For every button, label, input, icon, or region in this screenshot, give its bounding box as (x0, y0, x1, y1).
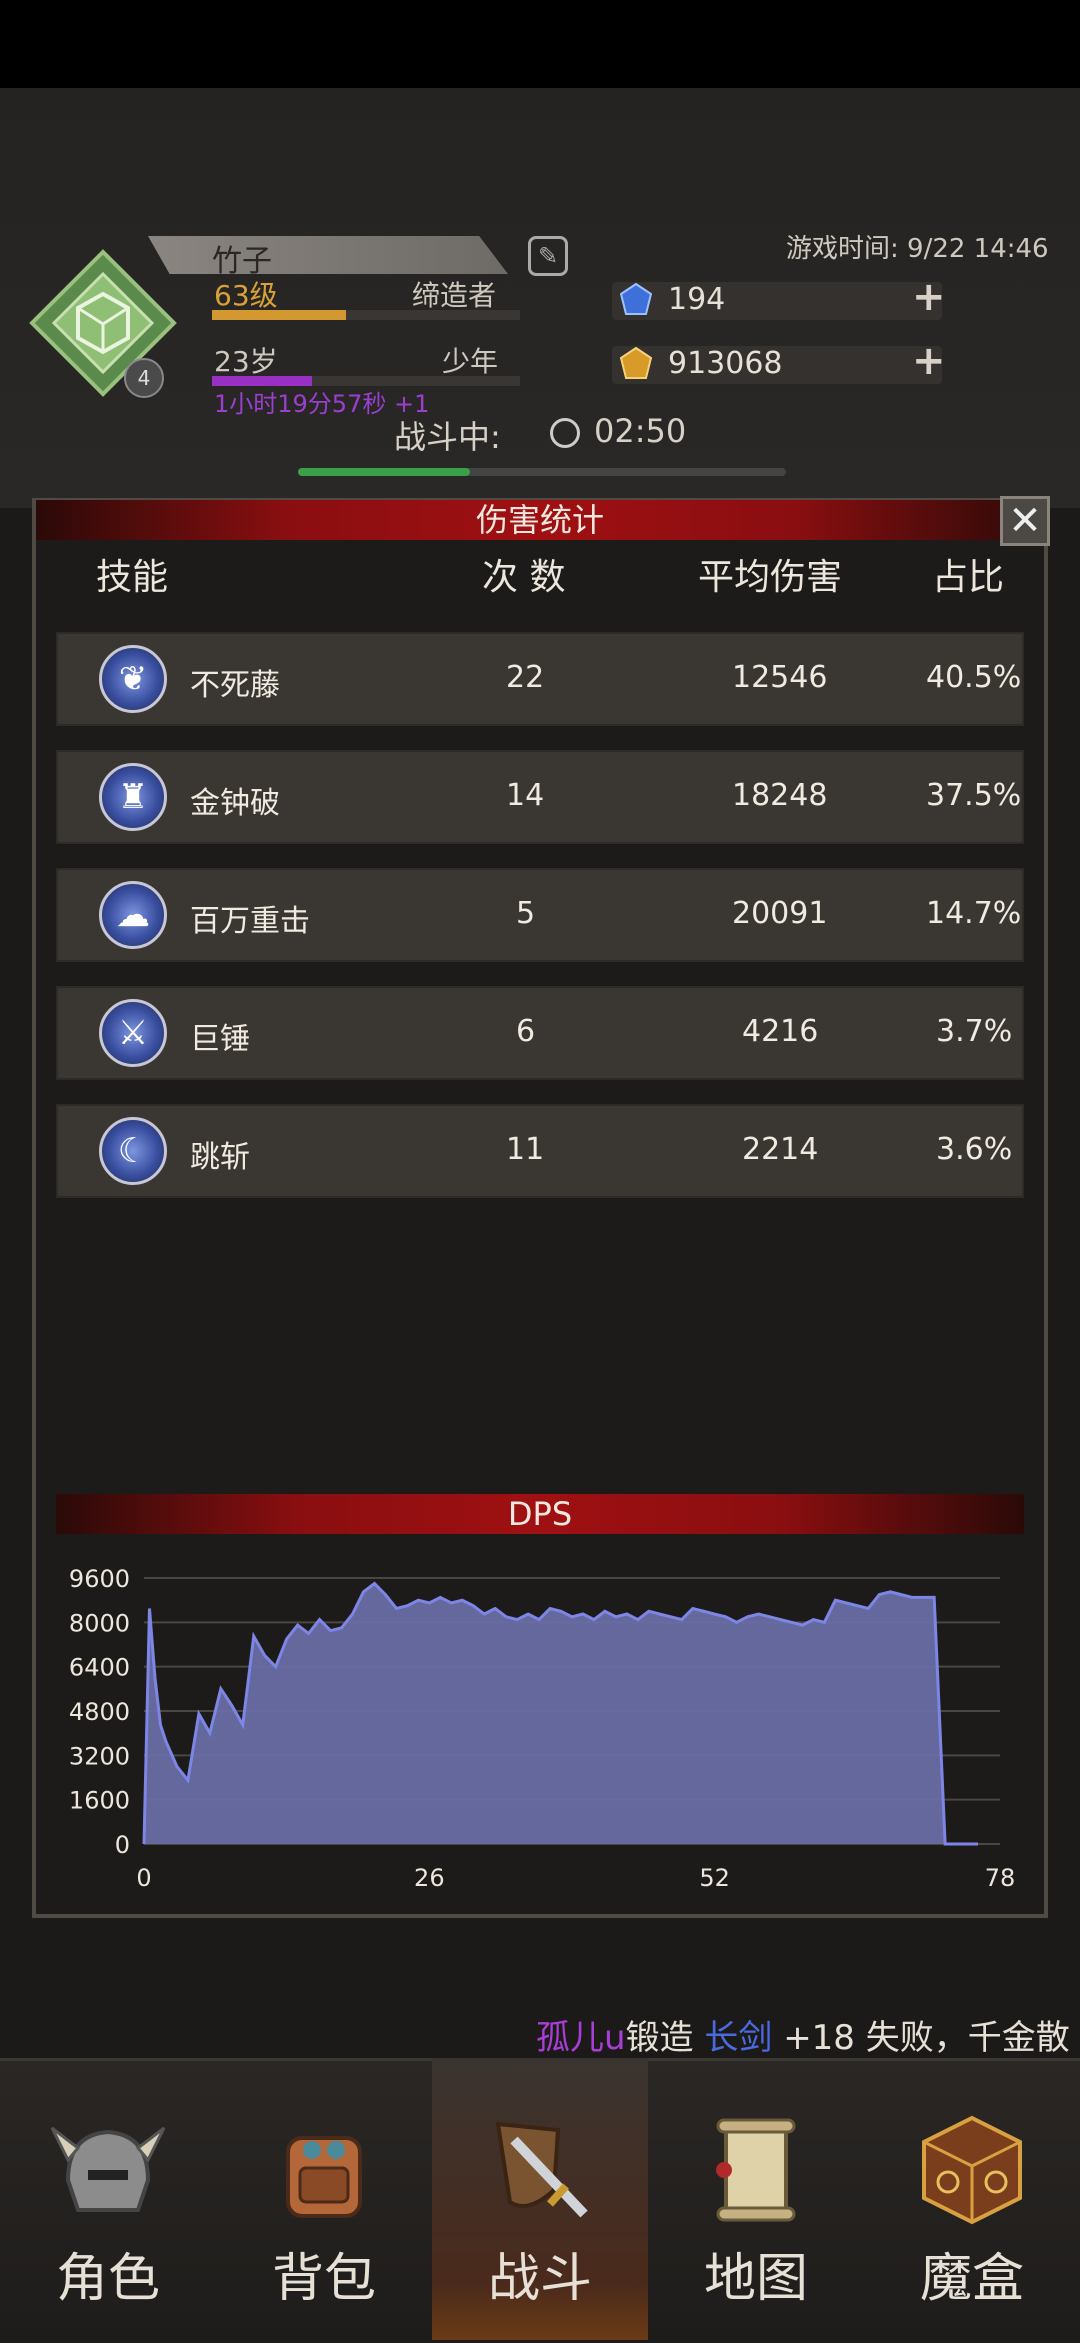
game-time: 游戏时间: 9/22 14:46 (786, 234, 1049, 264)
battle-progress-fill (298, 468, 470, 476)
x-tick-label: 78 (985, 1864, 1016, 1892)
skill-name: 不死藤 (190, 668, 280, 703)
name-plate (148, 236, 508, 274)
skill-count: 14 (506, 778, 545, 813)
dialog-title: 伤害统计 (475, 501, 604, 539)
skill-share: 40.5% (926, 660, 1022, 695)
mushroom-cloud-skill-icon: ☁ (99, 881, 167, 949)
tab-battle-label: 战斗 (487, 2249, 592, 2309)
skill-count: 11 (506, 1132, 545, 1167)
sword-shield-icon (495, 2121, 588, 2218)
tab-backpack-label: 背包 (271, 2249, 376, 2309)
age-class: 少年 (442, 345, 499, 378)
skill-share: 3.6% (936, 1132, 1013, 1167)
skill-avg-damage: 12546 (732, 660, 828, 695)
magic-box-icon (922, 2115, 1022, 2225)
scroll-map-icon (716, 2118, 796, 2222)
column-header-count: 次 数 (482, 557, 566, 598)
skill-count: 5 (516, 896, 536, 931)
edit-name-icon[interactable]: ✎ (528, 236, 568, 276)
y-tick-label: 8000 (69, 1609, 130, 1637)
skill-name: 巨锤 (190, 1022, 250, 1057)
chart-title: DPS (507, 1495, 573, 1533)
rank-badge: 4 (124, 358, 164, 398)
ticker-action: 锻造 (625, 2018, 694, 2058)
ticker-player: 孤儿u (536, 2018, 626, 2058)
y-tick-label: 1600 (69, 1787, 130, 1815)
skill-avg-damage: 18248 (732, 778, 828, 813)
skill-name: 百万重击 (190, 904, 310, 939)
leap-slash-skill-icon: ☾ (99, 1117, 167, 1185)
ticker-item: 长剑 (704, 2018, 773, 2058)
gold-count: 913068 (668, 346, 783, 381)
column-header-avg-damage: 平均伤害 (698, 557, 843, 598)
gold-icon (619, 346, 653, 379)
skill-count: 22 (506, 660, 545, 695)
y-tick-label: 0 (115, 1831, 130, 1859)
player-level: 63级 (214, 279, 278, 312)
dialog-title-bar: 伤害统计 (36, 500, 1044, 540)
skill-count: 6 (516, 1014, 536, 1049)
helmet-icon (50, 2126, 166, 2212)
status-bar (0, 0, 1080, 88)
skill-name: 金钟破 (190, 786, 280, 821)
add-gold-button[interactable]: + (912, 338, 946, 384)
dps-title-bar: DPS (56, 1494, 1024, 1534)
battle-timer: 02:50 (594, 412, 687, 450)
column-header-share: 占比 (932, 557, 1005, 598)
battle-status: 战斗中: (394, 418, 501, 456)
x-tick-label: 52 (699, 1864, 730, 1892)
diamond-icon (619, 282, 653, 315)
y-tick-label: 6400 (69, 1654, 130, 1682)
vine-skill-icon: ❦ (99, 645, 167, 713)
backpack-icon (286, 2136, 362, 2218)
tab-magic-box-label: 魔盒 (919, 2249, 1024, 2309)
sword-skill-icon: ⚔ (99, 999, 167, 1067)
x-tick-label: 26 (414, 1864, 445, 1892)
skill-name: 跳斩 (190, 1140, 250, 1175)
tab-character-label: 角色 (55, 2249, 160, 2309)
skill-share: 3.7% (936, 1014, 1013, 1049)
y-tick-label: 3200 (69, 1742, 130, 1770)
exp-bar-fill (212, 310, 346, 320)
player-age: 23岁 (214, 345, 278, 378)
player-title: 缔造者 (412, 279, 497, 312)
x-tick-label: 0 (136, 1864, 151, 1892)
diamond-bar (612, 282, 942, 320)
skill-avg-damage: 20091 (732, 896, 828, 931)
column-header-skill: 技能 (96, 557, 169, 598)
skill-share: 14.7% (926, 896, 1022, 931)
skill-share: 37.5% (926, 778, 1022, 813)
close-button[interactable]: ✕ (1000, 496, 1050, 546)
dps-chart: 9600 8000 6400 4800 3200 1600 00 26 52 78 (69, 1565, 1016, 1892)
tab-map-label: 地图 (703, 2249, 808, 2309)
skill-avg-damage: 4216 (742, 1014, 819, 1049)
golden-bell-skill-icon: ♜ (99, 763, 167, 831)
timer-icon (550, 418, 580, 448)
y-tick-label: 9600 (69, 1565, 130, 1593)
add-diamond-button[interactable]: + (912, 274, 946, 320)
ticker-rest: +18 失败，千金散 (783, 2018, 1070, 2058)
skill-avg-damage: 2214 (742, 1132, 819, 1167)
diamond-count: 194 (668, 282, 726, 317)
server-ticker: 孤儿u锻造 长剑 +18 失败，千金散 (536, 2010, 1070, 2059)
y-tick-label: 4800 (69, 1698, 130, 1726)
